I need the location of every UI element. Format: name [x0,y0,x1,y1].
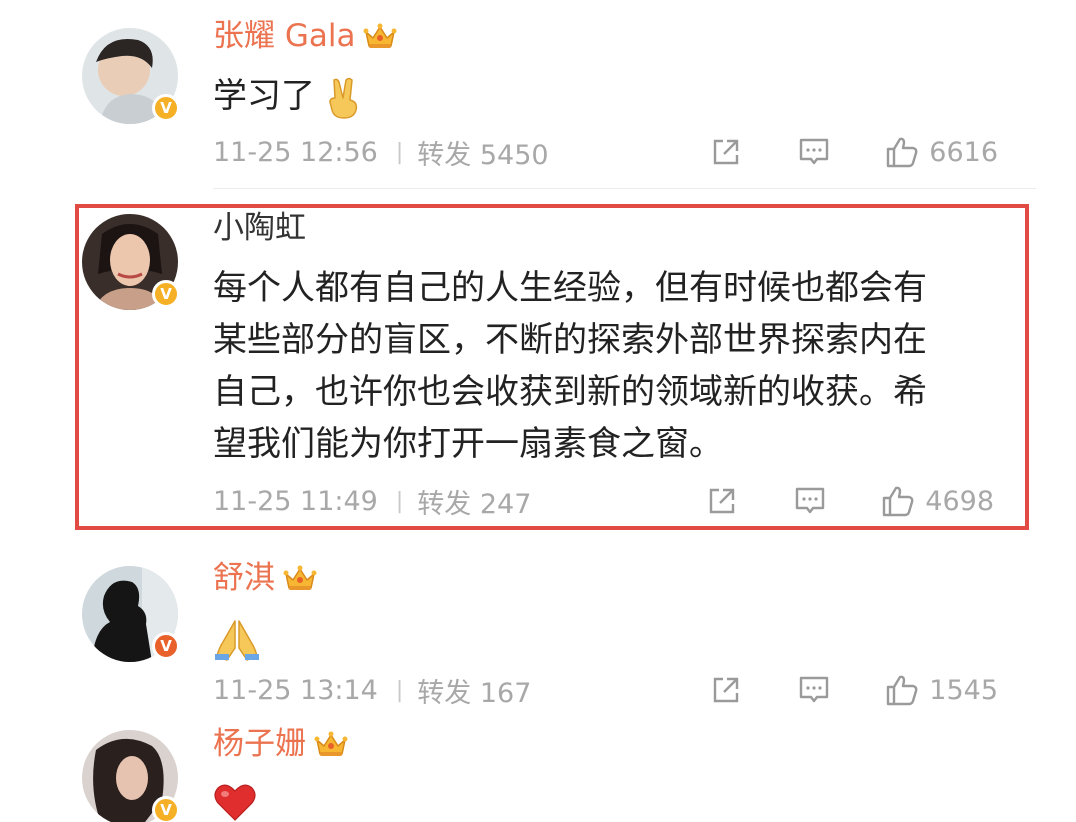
comment-actions: 6616 [709,132,998,172]
comment-meta: 11-25 13:14 | 转发 167 [213,670,531,710]
comment-text-line: 自己，也许你也会收获到新的领域新的收获。希 [213,372,927,412]
thumbs-up-icon[interactable] [885,673,919,707]
comment-text: 每个人都有自己的人生经验，但有时候也都会有 某些部分的盲区，不断的探索外部世界探… [213,262,927,470]
comment-meta: 11-25 11:49 | 转发 247 [213,481,531,521]
repost-count[interactable]: 转发 167 [417,671,531,710]
comment-text-line: 每个人都有自己的人生经验，但有时候也都会有 [213,268,927,308]
comment-text: 学习了 [213,70,362,122]
name-row: 张耀 Gala [213,14,397,58]
repost-count[interactable]: 转发 247 [417,482,531,521]
meta-separator: | [395,139,404,165]
comment-icon[interactable] [797,673,831,707]
avatar[interactable]: V [82,730,180,822]
comment-text [213,612,261,664]
timestamp: 11-25 13:14 [213,674,378,706]
comment-icon[interactable] [793,484,827,518]
comment-feed: V 张耀 Gala 学习了 11-25 12:56 | 转发 5450 6616 [0,0,1076,822]
meta-separator: | [395,488,404,514]
timestamp: 11-25 11:49 [213,485,378,517]
avatar[interactable]: V [82,214,180,310]
username[interactable]: 小陶虹 [213,208,306,248]
avatar[interactable]: V [82,566,180,662]
thumbs-up-icon[interactable] [881,484,915,518]
comment-icon[interactable] [797,135,831,169]
repost-count[interactable]: 转发 5450 [417,133,548,172]
comment-actions: 4698 [705,481,994,521]
timestamp: 11-25 12:56 [213,136,378,168]
verified-badge-icon: V [152,796,180,822]
comment-text [213,774,257,822]
red-heart-icon [214,784,256,821]
verified-badge-icon: V [152,632,180,660]
crown-icon [363,21,397,51]
folded-hands-icon [215,619,259,661]
name-row: 舒淇 [213,556,317,600]
comment-text-line: 望我们能为你打开一扇素食之窗。 [213,424,723,464]
comment-text-body: 学习了 [213,76,315,116]
thumbs-up-icon[interactable] [885,135,919,169]
username[interactable]: 杨子姗 [213,724,306,764]
like-count: 6616 [929,136,998,168]
comment-actions: 1545 [709,670,998,710]
verified-badge-icon: V [152,94,180,122]
victory-hand-icon [329,77,357,119]
divider [213,188,1036,189]
comment-text-line: 某些部分的盲区，不断的探索外部世界探索内在 [213,320,927,360]
crown-icon [283,563,317,593]
share-icon[interactable] [709,135,743,169]
name-row: 小陶虹 [213,206,306,250]
share-icon[interactable] [705,484,739,518]
meta-separator: | [395,677,404,703]
comment-meta: 11-25 12:56 | 转发 5450 [213,132,549,172]
verified-badge-icon: V [152,280,180,308]
username[interactable]: 舒淇 [213,558,275,598]
like-count: 1545 [929,674,998,706]
avatar[interactable]: V [82,28,180,124]
share-icon[interactable] [709,673,743,707]
name-row: 杨子姗 [213,722,348,766]
like-count: 4698 [925,485,994,517]
username[interactable]: 张耀 Gala [213,16,355,56]
crown-icon [314,729,348,759]
